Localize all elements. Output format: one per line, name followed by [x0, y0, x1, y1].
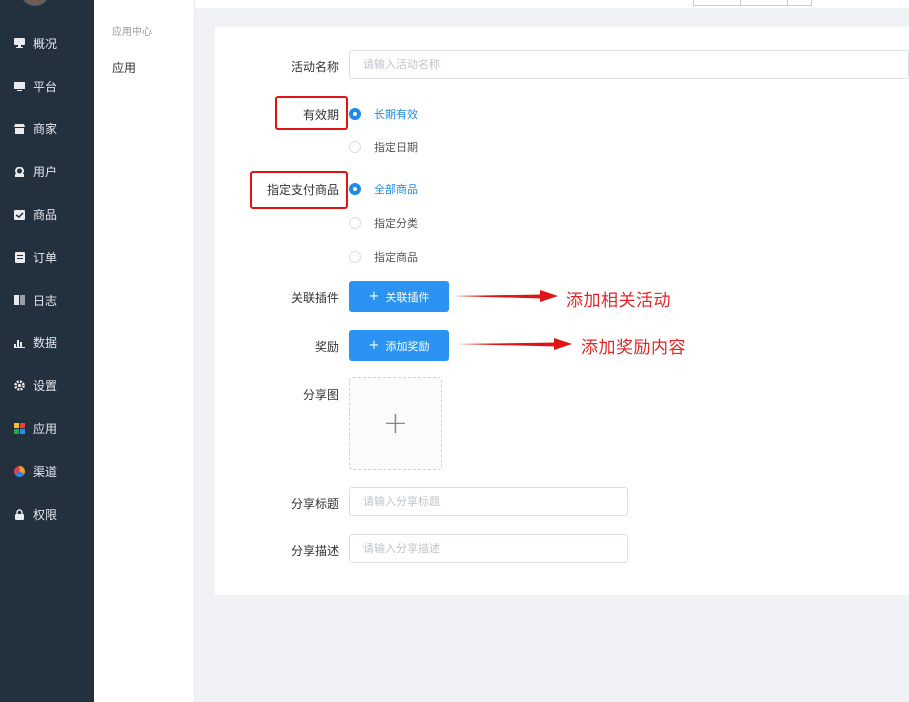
gear-icon [14, 380, 25, 392]
top-tabs [693, 0, 812, 6]
user-icon [14, 166, 25, 177]
annotation-arrow [452, 290, 558, 302]
annotation-box-pay-goods [250, 171, 348, 209]
monitor-icon [14, 38, 25, 49]
sidebar-nav: 概况 平台 商家 用户 商品 订单 日志 数据 设置 应用 渠道 权限 [0, 22, 94, 536]
sidebar-item-label: 设置 [33, 379, 58, 394]
top-tab[interactable] [788, 0, 812, 6]
avatar[interactable] [22, 0, 48, 6]
radio-label: 指定分类 [374, 217, 418, 230]
activity-name-input[interactable] [349, 50, 909, 79]
sidebar-item-permission[interactable]: 权限 [0, 493, 94, 536]
add-reward-button-label: 添加奖励 [385, 339, 430, 353]
sidebar-item-label: 渠道 [33, 464, 58, 479]
radio-validity-long-term[interactable]: 长期有效 [349, 106, 418, 122]
top-bar [195, 0, 909, 8]
subnav-title: 应用中心 [112, 27, 152, 38]
radio-label: 全部商品 [374, 183, 418, 196]
screen-icon [14, 81, 25, 92]
annotation-note-plugin: 添加相关活动 [566, 291, 671, 311]
sidebar-item-data[interactable]: 数据 [0, 322, 94, 365]
share-image-upload[interactable]: + [349, 377, 442, 470]
link-plugin-button[interactable]: + 关联插件 [349, 281, 449, 312]
sidebar: 概况 平台 商家 用户 商品 订单 日志 数据 设置 应用 渠道 权限 [0, 0, 94, 702]
sidebar-item-label: 权限 [33, 507, 58, 522]
plus-icon: + [382, 405, 409, 441]
sidebar-item-goods[interactable]: 商品 [0, 193, 94, 236]
share-title-label: 分享标题 [290, 497, 339, 511]
sidebar-item-label: 平台 [33, 79, 58, 94]
annotation-note-reward: 添加奖励内容 [581, 338, 686, 358]
channel-icon [14, 465, 25, 477]
lock-icon [14, 508, 25, 520]
sidebar-item-label: 订单 [33, 250, 58, 265]
apps-icon [14, 423, 25, 435]
share-desc-input[interactable] [349, 534, 628, 563]
radio-checked-icon [349, 183, 361, 195]
subnav-item-apps[interactable]: 应用 [112, 59, 136, 76]
sidebar-item-merchant[interactable]: 商家 [0, 108, 94, 151]
log-icon [14, 295, 25, 306]
top-tab[interactable] [693, 0, 741, 6]
chart-icon [14, 337, 25, 348]
sidebar-item-label: 数据 [33, 336, 58, 351]
radio-goods-all[interactable]: 全部商品 [349, 181, 418, 197]
sidebar-item-overview[interactable]: 概况 [0, 22, 94, 65]
add-reward-button[interactable]: + 添加奖励 [349, 330, 449, 361]
radio-label: 指定商品 [374, 251, 418, 264]
annotation-arrow [456, 338, 572, 350]
share-desc-label: 分享描述 [290, 544, 339, 558]
radio-goods-category[interactable]: 指定分类 [349, 215, 418, 231]
sidebar-item-apps[interactable]: 应用 [0, 407, 94, 450]
sidebar-item-label: 日志 [33, 293, 58, 308]
activity-name-label: 活动名称 [290, 60, 339, 74]
radio-unchecked-icon [349, 217, 361, 229]
sidebar-item-order[interactable]: 订单 [0, 236, 94, 279]
sidebar-item-label: 应用 [33, 422, 58, 437]
radio-goods-specific[interactable]: 指定商品 [349, 249, 418, 265]
order-icon [14, 251, 25, 263]
radio-unchecked-icon [349, 141, 361, 153]
sub-sidebar: 应用中心 应用 [94, 0, 195, 702]
sidebar-item-log[interactable]: 日志 [0, 279, 94, 322]
share-image-label: 分享图 [302, 388, 339, 402]
sidebar-item-label: 商家 [33, 122, 58, 137]
radio-label: 指定日期 [374, 141, 418, 154]
sidebar-item-channel[interactable]: 渠道 [0, 450, 94, 493]
sidebar-item-platform[interactable]: 平台 [0, 65, 94, 108]
radio-label: 长期有效 [374, 108, 418, 121]
plus-icon: + [368, 338, 380, 353]
reward-label: 奖励 [314, 340, 339, 354]
link-plugin-button-label: 关联插件 [385, 290, 430, 304]
radio-unchecked-icon [349, 251, 361, 263]
sidebar-item-settings[interactable]: 设置 [0, 364, 94, 407]
top-tab[interactable] [741, 0, 788, 6]
sidebar-item-label: 概况 [33, 36, 58, 51]
radio-validity-date[interactable]: 指定日期 [349, 139, 418, 155]
sidebar-item-label: 商品 [33, 208, 58, 223]
share-title-input[interactable] [349, 487, 628, 516]
plugin-label: 关联插件 [290, 291, 339, 305]
annotation-box-validity [275, 96, 348, 130]
store-icon [14, 123, 25, 134]
plus-icon: + [368, 289, 380, 304]
radio-checked-icon [349, 108, 361, 120]
sidebar-item-label: 用户 [33, 165, 58, 180]
sidebar-item-user[interactable]: 用户 [0, 150, 94, 193]
goods-icon [14, 209, 25, 220]
